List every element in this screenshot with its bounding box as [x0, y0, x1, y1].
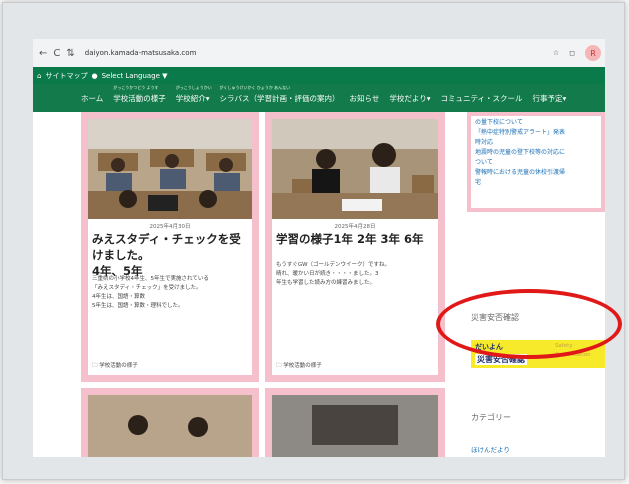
nav-community-school[interactable]: コミュニティ・スクール — [440, 93, 522, 104]
back-icon[interactable]: ← — [39, 48, 47, 59]
page-content: 2025年4月30日 みえスタディ・チェックを受けました。 4年、5年 三重県の… — [33, 112, 605, 457]
post-title[interactable]: 学習の様子1年 2年 3年 6年 — [276, 231, 434, 247]
nav-label: 行事予定▾ — [532, 93, 567, 103]
reload-icon[interactable]: C — [53, 48, 60, 59]
post-title[interactable]: みえスタディ・チェックを受けました。 4年、5年 — [92, 231, 248, 279]
news-link[interactable]: 地震時の児童の登下校等の対応に — [475, 148, 597, 158]
excerpt-line: 年生も学習した読み方の練習みました。 — [276, 280, 376, 286]
category-label: 学校活動の様子 — [99, 363, 138, 369]
nav-school-activities[interactable]: がっこうかつどう ようす学校活動の様子 — [113, 85, 166, 104]
post-excerpt: もうすぐGW（ゴールデンウイーク）ですね。 晴れ、暖かい日が続き・・・・ました。… — [276, 261, 434, 288]
nav-newsletter[interactable]: 学校だより▾ — [389, 93, 430, 104]
news-links-box: の量下校について 「熱中症特別警戒アラート」発表 時対応 地震時の児童の登下校等… — [467, 112, 605, 212]
classroom-photo — [88, 119, 252, 219]
post-card[interactable]: 2025年4月30日 みえスタディ・チェックを受けました。 4年、5年 三重県の… — [81, 112, 259, 382]
bookmark-star-icon[interactable]: ☆ — [553, 49, 559, 57]
sitemap-link[interactable]: サイトマップ — [45, 71, 87, 81]
excerpt-line: 晴れ、暖かい日が続き・・・・ました。3 — [276, 271, 379, 277]
news-link[interactable]: の量下校について — [475, 118, 597, 128]
post-photo[interactable] — [272, 119, 438, 219]
post-photo[interactable] — [272, 395, 438, 457]
avatar[interactable]: R — [585, 45, 601, 61]
nav-label: コミュニティ・スクール — [440, 93, 523, 103]
nav-ruby: がっこうしょうかい — [175, 84, 212, 90]
nav-label: 学校だより▾ — [389, 93, 431, 103]
folder-icon: 🗀 — [92, 363, 98, 369]
news-links: の量下校について 「熱中症特別警戒アラート」発表 時対応 地震時の児童の登下校等… — [471, 116, 601, 190]
extensions-icon[interactable]: ◻ — [569, 49, 575, 57]
excerpt-line: 三重県の小学校4年生、5年生で実施されている — [92, 276, 209, 282]
excerpt-line: もうすぐGW（ゴールデンウイーク）ですね。 — [276, 262, 391, 268]
post-category-link[interactable]: 🗀 学校活動の様子 — [92, 361, 138, 371]
news-link[interactable]: 警報時における児童の休校引渡帰 — [475, 168, 597, 178]
post-card[interactable] — [81, 388, 259, 457]
nav-home[interactable]: ホーム — [81, 93, 103, 104]
nav-home-label: ホーム — [81, 93, 104, 103]
post-category-link[interactable]: 🗀 学校活動の様子 — [276, 361, 322, 371]
nav-label: シラバス（学習計画・評価の案内） — [219, 93, 340, 103]
post-photo[interactable] — [88, 395, 252, 457]
post-date: 2025年4月30日 — [149, 224, 191, 230]
excerpt-line: 4年生は、国語・算数 — [92, 294, 145, 300]
post-date: 2025年4月28日 — [334, 224, 376, 230]
nav-label: 学校活動の様子 — [113, 93, 166, 103]
category-label: 学校活動の様子 — [283, 363, 322, 369]
home-icon[interactable]: ⌂ — [37, 72, 41, 80]
post-card[interactable]: 2025年4月28日 学習の様子1年 2年 3年 6年 もうすぐGW（ゴールデン… — [265, 112, 445, 382]
news-link[interactable]: 「熱中症特別警戒アラート」発表 — [475, 128, 597, 138]
classroom-photo — [272, 119, 438, 219]
news-link[interactable]: 宅 — [475, 178, 597, 188]
folder-icon: 🗀 — [276, 363, 282, 369]
excerpt-line: 「みえスタディ・チェック」を受けました。 — [92, 285, 202, 291]
nav-ruby: がくしゅうけいかく ひょうか あんない — [219, 84, 291, 90]
category-item[interactable]: ほけんだより — [471, 444, 510, 454]
excerpt-line: 5年生は、国語・算数・理科でした。 — [92, 303, 184, 309]
category-section-title: カテゴリー — [471, 413, 511, 422]
main-navigation: ホーム がっこうかつどう ようす学校活動の様子 がっこうしょうかい学校紹介▾ が… — [33, 84, 605, 112]
nav-label: お知らせ — [349, 93, 380, 103]
post-photo[interactable] — [88, 119, 252, 219]
nav-events[interactable]: 行事予定▾ — [533, 93, 567, 104]
browser-window: ← C ⇅ daiyon.kamada-matsusaka.com ☆ ◻ R … — [33, 39, 605, 457]
photo-frame: ← C ⇅ daiyon.kamada-matsusaka.com ☆ ◻ R … — [2, 2, 625, 480]
news-link[interactable]: 時対応 — [475, 138, 597, 148]
nav-syllabus[interactable]: がくしゅうけいかく ひょうか あんないシラバス（学習計画・評価の案内） — [219, 85, 340, 104]
nav-news[interactable]: お知らせ — [349, 93, 379, 104]
news-link[interactable]: ついて — [475, 158, 597, 168]
nav-ruby: がっこうかつどう ようす — [113, 84, 159, 90]
highlight-ellipse — [436, 289, 622, 359]
address-actions: ☆ ◻ R — [553, 45, 601, 61]
language-select[interactable]: Select Language ▼ — [102, 72, 168, 80]
post-title-line: みえスタディ・チェックを受けました。 — [92, 232, 241, 262]
nav-label: 学校紹介▾ — [175, 93, 210, 103]
sidebar: の量下校について 「熱中症特別警戒アラート」発表 時対応 地震時の児童の登下校等… — [459, 112, 605, 457]
site-top-bar: ⌂ サイトマップ ● Select Language ▼ — [33, 67, 605, 84]
category-name: ほけんだより — [471, 446, 510, 454]
address-bar: ← C ⇅ daiyon.kamada-matsusaka.com ☆ ◻ R — [33, 39, 605, 68]
url-text[interactable]: daiyon.kamada-matsusaka.com — [85, 49, 197, 57]
nav-school-intro[interactable]: がっこうしょうかい学校紹介▾ — [175, 85, 212, 104]
globe-icon: ● — [91, 71, 98, 80]
site-info-icon[interactable]: ⇅ — [66, 48, 74, 59]
post-card[interactable] — [265, 388, 445, 457]
post-excerpt: 三重県の小学校4年生、5年生で実施されている 「みえスタディ・チェック」を受けま… — [92, 275, 248, 311]
